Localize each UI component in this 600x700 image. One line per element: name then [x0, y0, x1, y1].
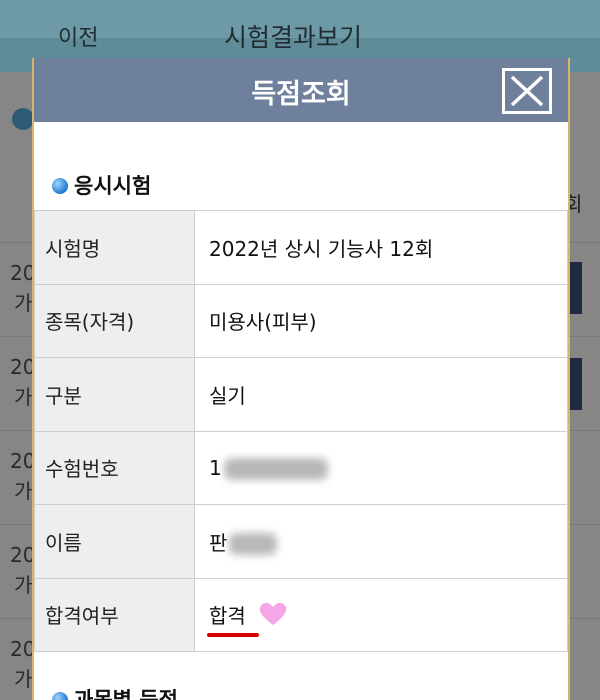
redacted-blur	[229, 533, 278, 556]
dialog-header: 득점조회	[34, 58, 568, 122]
back-button[interactable]: 이전	[58, 20, 98, 52]
red-underline	[207, 633, 259, 638]
value-type: 실기	[194, 357, 568, 432]
value-exam-number-cell: 1	[194, 430, 568, 505]
score-dialog: 득점조회 응시시험 시험명 2022년 상시 기능사 12회 종목(자격) 미용…	[32, 58, 570, 700]
table-row: 수험번호 1	[34, 430, 568, 505]
value-pass-cell: 합격	[194, 577, 568, 652]
row-sub: 가	[14, 573, 33, 597]
row-sub: 가	[14, 385, 33, 409]
table-row: 이름 판	[34, 504, 568, 579]
background-bullet-icon	[12, 108, 34, 130]
pass-status-text: 합격	[209, 604, 246, 629]
heart-icon	[260, 603, 287, 626]
section-title-scores: 과목별 득점	[52, 684, 178, 700]
value-exam-number: 1	[209, 455, 222, 480]
label-exam-number: 수험번호	[34, 430, 195, 505]
pass-status: 합격	[207, 600, 259, 638]
section-label: 과목별 득점	[74, 688, 178, 700]
row-sub: 가	[14, 667, 33, 691]
row-sub: 가	[14, 479, 33, 503]
value-exam-name: 2022년 상시 기능사 12회	[194, 210, 568, 285]
label-pass-status: 합격여부	[34, 577, 195, 652]
row-sub: 가	[14, 291, 33, 315]
exam-info-table: 시험명 2022년 상시 기능사 12회 종목(자격) 미용사(피부) 구분 실…	[34, 210, 568, 652]
table-row: 종목(자격) 미용사(피부)	[34, 283, 568, 358]
redacted-blur	[223, 458, 328, 480]
app-title: 시험결과보기	[224, 23, 363, 52]
section-label: 응시시험	[74, 174, 152, 198]
close-button[interactable]	[502, 68, 552, 114]
bullet-icon	[52, 692, 68, 700]
table-row: 합격여부 합격	[34, 577, 568, 652]
section-title-exam: 응시시험	[52, 170, 151, 200]
label-type: 구분	[34, 357, 195, 432]
table-row: 구분 실기	[34, 357, 568, 432]
table-row: 시험명 2022년 상시 기능사 12회	[34, 210, 568, 285]
value-category: 미용사(피부)	[194, 283, 568, 358]
bullet-icon	[52, 178, 68, 194]
value-name: 판	[209, 530, 228, 555]
close-x-icon	[510, 75, 544, 107]
label-name: 이름	[34, 504, 195, 579]
label-exam-name: 시험명	[34, 210, 195, 285]
dialog-title: 득점조회	[251, 79, 351, 110]
label-category: 종목(자격)	[34, 283, 195, 358]
value-name-cell: 판	[194, 504, 568, 579]
